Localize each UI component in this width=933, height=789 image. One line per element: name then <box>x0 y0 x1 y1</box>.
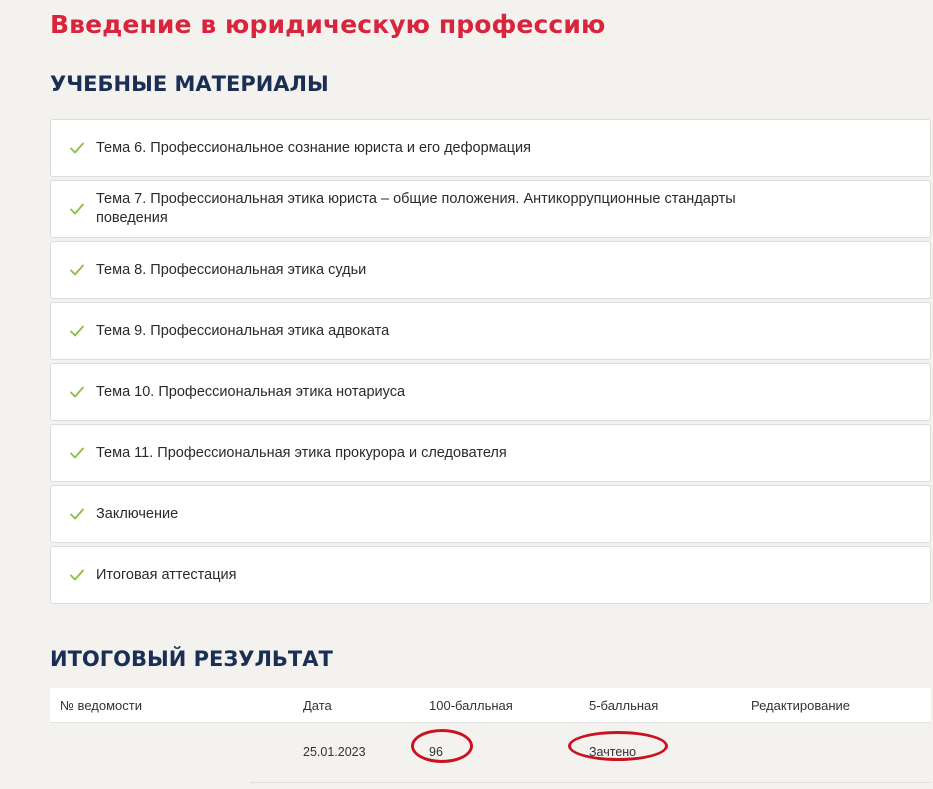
material-item-conclusion[interactable]: Заключение <box>50 485 931 543</box>
material-item-topic-6[interactable]: Тема 6. Профессиональное сознание юриста… <box>50 119 931 177</box>
material-item-topic-11[interactable]: Тема 11. Профессиональная этика прокурор… <box>50 424 931 482</box>
materials-list: Тема 6. Профессиональное сознание юриста… <box>50 119 931 607</box>
row-divider <box>250 782 931 783</box>
check-icon <box>70 447 84 459</box>
material-item-label: Тема 11. Профессиональная этика прокурор… <box>96 444 507 461</box>
check-icon <box>70 264 84 276</box>
material-item-topic-7[interactable]: Тема 7. Профессиональная этика юриста – … <box>50 180 931 238</box>
column-header-edit: Редактирование <box>751 698 851 713</box>
annotation-circle-score <box>411 729 473 763</box>
column-header-score-5: 5-балльная <box>589 698 659 713</box>
check-icon <box>70 203 84 215</box>
cell-date: 25.01.2023 <box>303 745 366 759</box>
material-item-label: Тема 8. Профессиональная этика судьи <box>96 261 367 278</box>
material-item-final-attestation[interactable]: Итоговая аттестация <box>50 546 931 604</box>
annotation-circle-grade <box>568 731 668 761</box>
column-header-statement-no: № ведомости <box>60 698 142 713</box>
material-item-label: Итоговая аттестация <box>96 566 237 583</box>
material-item-label: Заключение <box>96 505 179 522</box>
materials-heading: УЧЕБНЫЕ МАТЕРИАЛЫ <box>50 72 329 96</box>
check-icon <box>70 325 84 337</box>
results-table-header: № ведомости Дата 100-балльная 5-балльная… <box>50 688 931 723</box>
check-icon <box>70 569 84 581</box>
material-item-label: Тема 7. Профессиональная этика юриста – … <box>96 191 736 226</box>
material-item-topic-8[interactable]: Тема 8. Профессиональная этика судьи <box>50 241 931 299</box>
material-item-label: Тема 9. Профессиональная этика адвоката <box>96 322 390 339</box>
page-title: Введение в юридическую профессию <box>50 10 606 39</box>
material-item-label: Тема 6. Профессиональное сознание юриста… <box>96 139 531 156</box>
column-header-score-100: 100-балльная <box>429 698 513 713</box>
material-item-topic-10[interactable]: Тема 10. Профессиональная этика нотариус… <box>50 363 931 421</box>
column-header-date: Дата <box>303 698 332 713</box>
check-icon <box>70 386 84 398</box>
check-icon <box>70 142 84 154</box>
results-table: № ведомости Дата 100-балльная 5-балльная… <box>50 688 931 783</box>
table-row: 25.01.2023 96 Зачтено <box>50 723 931 783</box>
results-heading: ИТОГОВЫЙ РЕЗУЛЬТАТ <box>50 647 333 671</box>
check-icon <box>70 508 84 520</box>
material-item-topic-9[interactable]: Тема 9. Профессиональная этика адвоката <box>50 302 931 360</box>
material-item-label: Тема 10. Профессиональная этика нотариус… <box>96 383 406 400</box>
